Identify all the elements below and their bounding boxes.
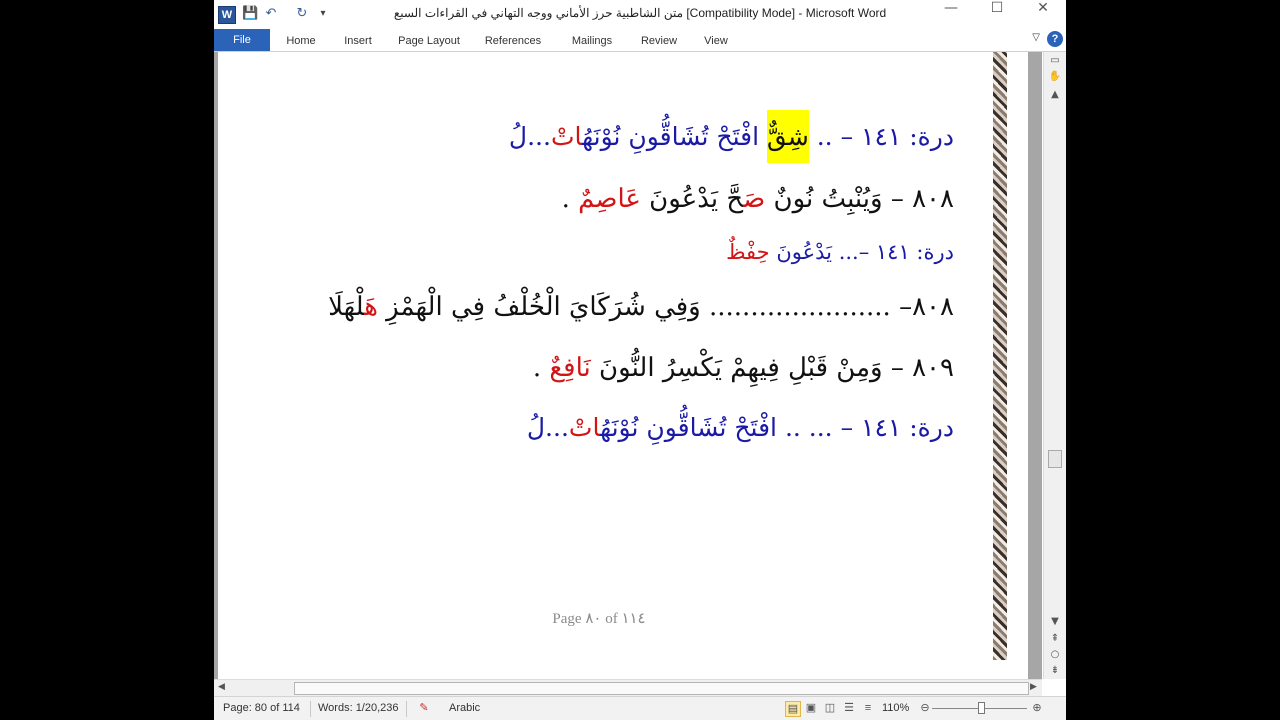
status-separator <box>406 701 407 717</box>
help-icon[interactable]: ? <box>1047 31 1063 47</box>
customize-qat-icon[interactable]: ▾ <box>315 6 331 22</box>
draft-view-icon[interactable]: ≡ <box>861 701 875 715</box>
next-page[interactable] <box>218 660 1028 679</box>
scroll-left-icon[interactable]: ◀ <box>218 682 225 692</box>
full-screen-reading-icon[interactable]: ▣ <box>804 701 818 715</box>
word-app-icon[interactable]: W <box>218 6 236 24</box>
horizontal-scroll-thumb[interactable] <box>294 682 1029 695</box>
tab-mailings[interactable]: Mailings <box>564 32 620 51</box>
save-icon[interactable]: 💾 <box>242 6 258 22</box>
scroll-down-icon[interactable]: ▼ <box>1048 615 1062 629</box>
tab-insert[interactable]: Insert <box>337 32 379 51</box>
select-browse-object-icon[interactable]: ○ <box>1048 648 1062 662</box>
ruler-toggle-icon[interactable]: ▭ <box>1048 54 1062 68</box>
text-line-4: ٨٠٨– ...................... وَفِي شُرَكَ… <box>328 292 954 322</box>
tab-view[interactable]: View <box>699 32 733 51</box>
highlighted-word: شِقٌّ <box>766 110 809 163</box>
text-line-6: درة: ١٤١ – ... .. افْتَحْ تُشَاقُّونِ نُ… <box>526 413 954 442</box>
previous-page-icon[interactable]: ⇞ <box>1048 632 1062 646</box>
collapse-ribbon-icon[interactable]: ▽ <box>1032 32 1040 43</box>
word-count-status[interactable]: Words: 1/20,236 <box>318 702 399 714</box>
web-layout-icon[interactable]: ◫ <box>823 701 837 715</box>
undo-icon[interactable]: ↶ <box>263 6 279 22</box>
tab-file[interactable]: File <box>214 29 270 51</box>
zoom-level[interactable]: 110% <box>882 702 909 714</box>
status-separator <box>310 701 311 717</box>
minimize-button[interactable]: — <box>928 0 974 29</box>
page-count-status[interactable]: Page: 80 of 114 <box>223 702 300 714</box>
vertical-scrollbar[interactable]: ▭ ✋ ▲ ▼ ⇞ ○ ⇟ <box>1043 52 1066 679</box>
document-area[interactable]: درة: ١٤١ – .. شِقٌّ افْتَحْ تُشَاقُّونِ … <box>214 52 1042 679</box>
word-window: W 💾 ↶ ↻ ▾ متن الشاطبية حرز الأماني ووجه … <box>214 0 1066 720</box>
vertical-scroll-thumb[interactable] <box>1048 450 1062 468</box>
horizontal-scrollbar[interactable]: ◀ ▶ <box>214 679 1042 697</box>
proofing-icon[interactable]: ✎ <box>417 701 431 715</box>
scroll-up-icon[interactable]: ▲ <box>1048 88 1062 102</box>
close-button[interactable]: ✕ <box>1020 0 1066 29</box>
text-line-1: درة: ١٤١ – .. شِقٌّ افْتَحْ تُشَاقُّونِ … <box>509 110 954 163</box>
text-line-5: ٨٠٩ – وَمِنْ قَبْلِ فِيهِمْ يَكْسِرُ الن… <box>532 353 954 383</box>
maximize-button[interactable]: ☐ <box>974 0 1020 29</box>
zoom-in-icon[interactable]: ⊕ <box>1030 701 1044 715</box>
ribbon-tabs: File Home Insert Page Layout References … <box>214 29 1066 52</box>
tab-references[interactable]: References <box>482 32 544 51</box>
tab-home[interactable]: Home <box>280 32 322 51</box>
tab-page-layout[interactable]: Page Layout <box>394 32 464 51</box>
page-number-footer: Page ٨٠ of ١١٤ <box>552 611 646 627</box>
zoom-out-icon[interactable]: ⊖ <box>918 701 932 715</box>
scroll-right-icon[interactable]: ▶ <box>1030 682 1037 692</box>
text-line-2: ٨٠٨ – وَيُنْبِتُ نُونٌ صَحَّ يَدْعُونَ ع… <box>561 184 954 214</box>
status-bar: Page: 80 of 114 Words: 1/20,236 ✎ Arabic… <box>214 696 1066 720</box>
language-status[interactable]: Arabic <box>449 702 480 714</box>
print-layout-view-icon[interactable]: ▤ <box>785 701 801 717</box>
document-page[interactable]: درة: ١٤١ – .. شِقٌّ افْتَحْ تُشَاقُّونِ … <box>218 52 1028 679</box>
zoom-slider-thumb[interactable] <box>978 702 985 714</box>
window-title: متن الشاطبية حرز الأماني ووجه التهاني في… <box>393 6 887 20</box>
pan-hand-icon[interactable]: ✋ <box>1048 70 1062 84</box>
outline-view-icon[interactable]: ☰ <box>842 701 856 715</box>
redo-icon[interactable]: ↻ <box>294 6 310 22</box>
tab-review[interactable]: Review <box>635 32 683 51</box>
title-bar: W 💾 ↶ ↻ ▾ متن الشاطبية حرز الأماني ووجه … <box>214 0 1066 29</box>
text-line-3: درة: ١٤١ –... يَدْعُونَ حِفْظٌ <box>726 240 954 264</box>
next-page-icon[interactable]: ⇟ <box>1048 664 1062 678</box>
